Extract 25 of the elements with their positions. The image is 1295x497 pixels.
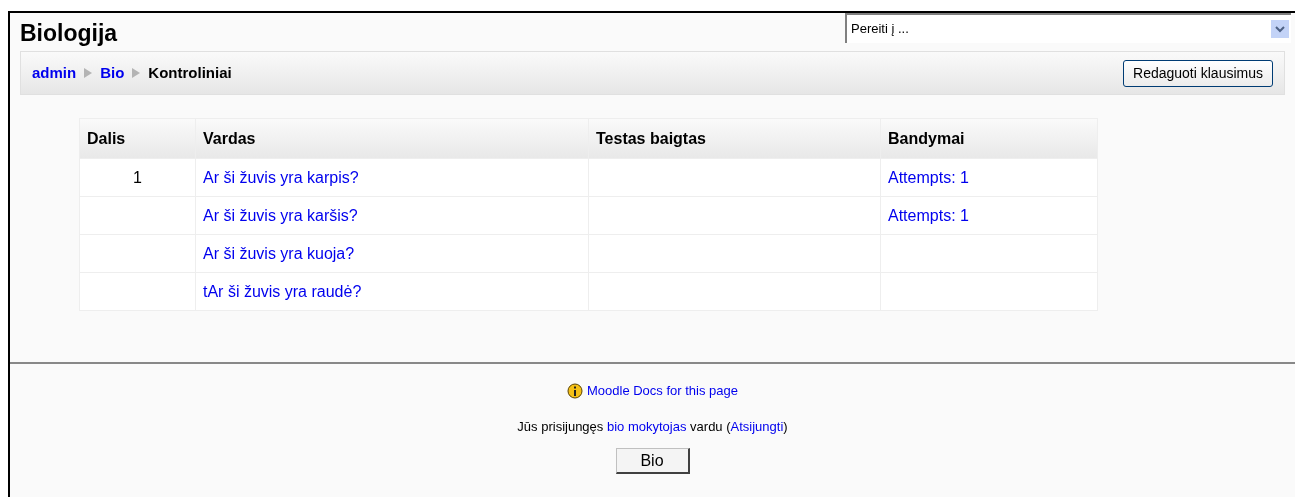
quiz-link[interactable]: tAr ši žuvis yra raudė? bbox=[203, 282, 362, 300]
info-icon bbox=[567, 382, 583, 399]
column-header: Testas baigtas bbox=[588, 118, 881, 159]
docs-link[interactable]: Moodle Docs for this page bbox=[587, 381, 738, 401]
column-header: Dalis bbox=[79, 118, 196, 159]
quiz-link[interactable]: Ar ši žuvis yra karpis? bbox=[203, 168, 359, 186]
attempts-link[interactable]: Attempts: 1 bbox=[888, 206, 969, 224]
column-header: Vardas bbox=[195, 118, 589, 159]
section-number: 1 bbox=[133, 168, 142, 186]
home-button[interactable]: Bio bbox=[615, 448, 690, 474]
jump-to-select[interactable]: Pereiti į ... bbox=[845, 13, 1291, 43]
quiz-link[interactable]: Ar ši žuvis yra karšis? bbox=[203, 206, 358, 224]
breadcrumb-link[interactable]: admin bbox=[32, 61, 77, 85]
user-link[interactable]: bio mokytojas bbox=[606, 418, 687, 434]
separator-arrow-icon bbox=[83, 68, 94, 78]
column-header: Bandymai bbox=[880, 118, 1098, 159]
edit-questions-button[interactable]: Redaguoti klausimus bbox=[1123, 59, 1273, 87]
login-info: Jūs prisijungęs bio mokytojas vardu (Atsijungti) bbox=[517, 417, 788, 436]
quiz-link[interactable]: Ar ši žuvis yra kuoja? bbox=[203, 244, 355, 262]
attempts-link[interactable]: Attempts: 1 bbox=[888, 168, 969, 186]
separator-arrow-icon bbox=[131, 68, 142, 78]
page-title: Biologija bbox=[20, 19, 118, 47]
breadcrumb-link[interactable]: Bio bbox=[100, 61, 125, 85]
breadcrumb-current: Kontroliniai bbox=[148, 62, 232, 83]
logout-link[interactable]: Atsijungti bbox=[730, 418, 784, 434]
